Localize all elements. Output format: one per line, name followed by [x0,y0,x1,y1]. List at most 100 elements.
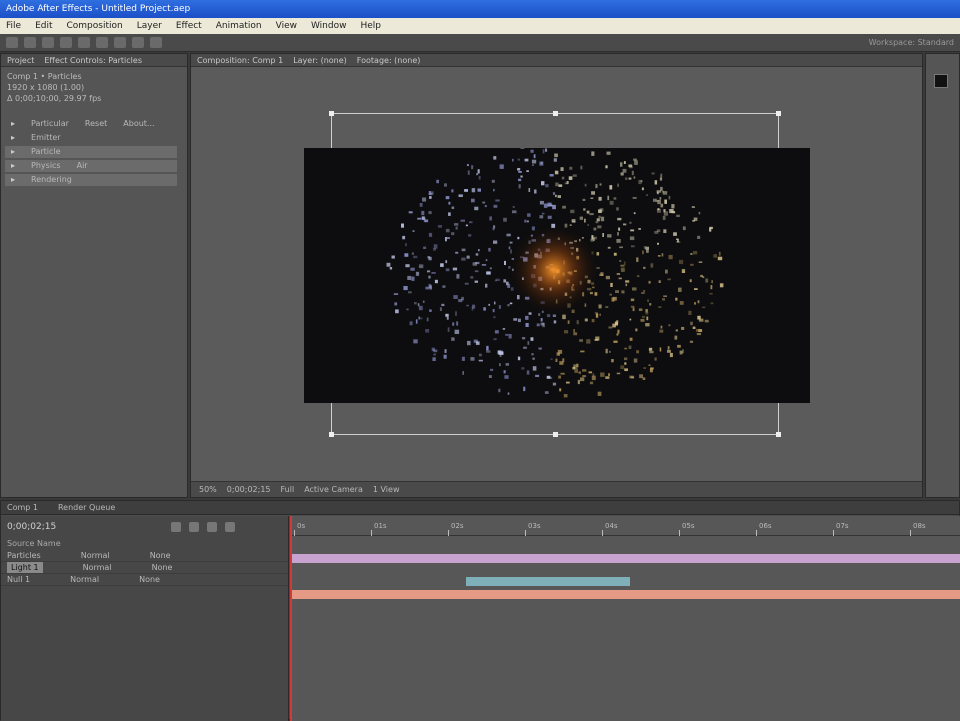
particle [483,307,486,311]
blend-mode[interactable]: Normal [83,562,112,573]
ruler-label: 08s [913,522,926,530]
tab-layer[interactable]: Layer: (none) [293,54,347,66]
particle [471,306,474,311]
menu-edit[interactable]: Edit [35,18,52,34]
particle [598,215,601,219]
zoom-tool-icon[interactable] [42,37,54,48]
rotate-tool-icon[interactable] [60,37,72,48]
mask-tool-icon[interactable] [114,37,126,48]
expand-triangle-icon[interactable]: ▸ [11,146,15,158]
workspace-select[interactable]: Workspace: Standard [869,38,954,47]
effect-name: Particle [31,147,61,156]
parent-select[interactable]: None [139,574,160,585]
tab-effect-controls[interactable]: Effect Controls: Particles [44,54,142,66]
menu-view[interactable]: View [276,18,297,34]
layer-bar-particles[interactable] [290,554,960,563]
blend-mode[interactable]: Normal [70,574,99,585]
particle [421,216,425,220]
particle [478,249,480,252]
effect-row[interactable]: ▸ Particular Reset About... [5,118,177,130]
particle [580,377,585,382]
parent-select[interactable]: None [152,562,173,573]
layer-row-selected[interactable]: Light 1 Normal None [1,562,288,574]
parent-select[interactable]: None [150,550,171,561]
particle [691,206,695,208]
particle [402,235,406,240]
menu-file[interactable]: File [6,18,21,34]
timeline-tracks[interactable]: 0s 01s 02s 03s 04s 05s 06s 07s 08s [290,516,960,721]
pan-behind-tool-icon[interactable] [96,37,108,48]
particle [643,266,646,269]
particle [698,261,703,263]
graph-editor-icon[interactable] [225,522,235,532]
about-link[interactable]: About... [123,118,154,130]
effect-value[interactable]: Air [77,160,88,172]
effect-row-selected[interactable]: ▸ Physics Air [5,160,177,172]
particle [584,318,588,322]
particle [461,248,466,252]
effect-row[interactable]: ▸ Emitter [5,132,177,144]
particle [572,366,575,370]
particle [418,264,424,269]
corner-handle[interactable] [776,111,781,116]
motion-blur-icon[interactable] [207,522,217,532]
view-layout-select[interactable]: 1 View [373,485,400,494]
resolution-select[interactable]: Full [281,485,295,494]
effect-row-selected[interactable]: ▸ Rendering [5,174,177,186]
camera-select[interactable]: Active Camera [304,485,363,494]
particle-render[interactable] [304,148,810,403]
draft-3d-icon[interactable] [189,522,199,532]
layer-name[interactable]: Null 1 [7,574,30,585]
layer-row[interactable]: Particles Normal None [1,550,288,562]
timecode[interactable]: 0;00;02;15 [7,522,56,532]
camera-tool-icon[interactable] [78,37,90,48]
tab-render-queue[interactable]: Render Queue [58,501,115,514]
layer-name[interactable]: Particles [7,550,41,561]
particle [564,182,568,185]
tab-footage[interactable]: Footage: (none) [357,54,421,66]
menu-animation[interactable]: Animation [216,18,262,34]
expand-triangle-icon[interactable]: ▸ [11,160,15,172]
current-time[interactable]: 0;00;02;15 [227,485,271,494]
menu-composition[interactable]: Composition [67,18,123,34]
particle [488,247,491,252]
expand-triangle-icon[interactable]: ▸ [11,132,15,144]
particle [676,238,679,240]
comp-mini-flowchart-icon[interactable] [171,522,181,532]
expand-triangle-icon[interactable]: ▸ [11,174,15,186]
particle [512,210,517,214]
menu-effect[interactable]: Effect [176,18,202,34]
time-ruler[interactable]: 0s 01s 02s 03s 04s 05s 06s 07s 08s [290,522,960,536]
edge-handle[interactable] [553,111,558,116]
menu-layer[interactable]: Layer [137,18,162,34]
corner-handle[interactable] [329,432,334,437]
current-time-indicator[interactable] [290,516,292,721]
pen-tool-icon[interactable] [132,37,144,48]
edge-handle[interactable] [553,432,558,437]
expand-triangle-icon[interactable]: ▸ [11,118,15,130]
layer-bar-null[interactable] [290,590,960,599]
reset-link[interactable]: Reset [85,118,107,130]
layer-bar-light[interactable] [466,577,630,586]
tab-comp[interactable]: Comp 1 [7,501,38,514]
menu-window[interactable]: Window [311,18,347,34]
blend-mode[interactable]: Normal [81,550,110,561]
particle [521,367,525,370]
menu-help[interactable]: Help [360,18,381,34]
layer-row[interactable]: Null 1 Normal None [1,574,288,586]
tab-project[interactable]: Project [7,54,34,66]
corner-handle[interactable] [776,432,781,437]
effect-row-selected[interactable]: ▸ Particle [5,146,177,158]
ruler-tick [525,530,526,536]
layer-name[interactable]: Light 1 [7,562,43,573]
selection-tool-icon[interactable] [6,37,18,48]
particle [625,280,630,283]
color-swatch [934,74,948,88]
tab-composition[interactable]: Composition: Comp 1 [197,54,283,66]
text-tool-icon[interactable] [150,37,162,48]
particle [415,271,420,276]
corner-handle[interactable] [329,111,334,116]
hand-tool-icon[interactable] [24,37,36,48]
magnification-select[interactable]: 50% [199,485,217,494]
particle [527,341,530,345]
